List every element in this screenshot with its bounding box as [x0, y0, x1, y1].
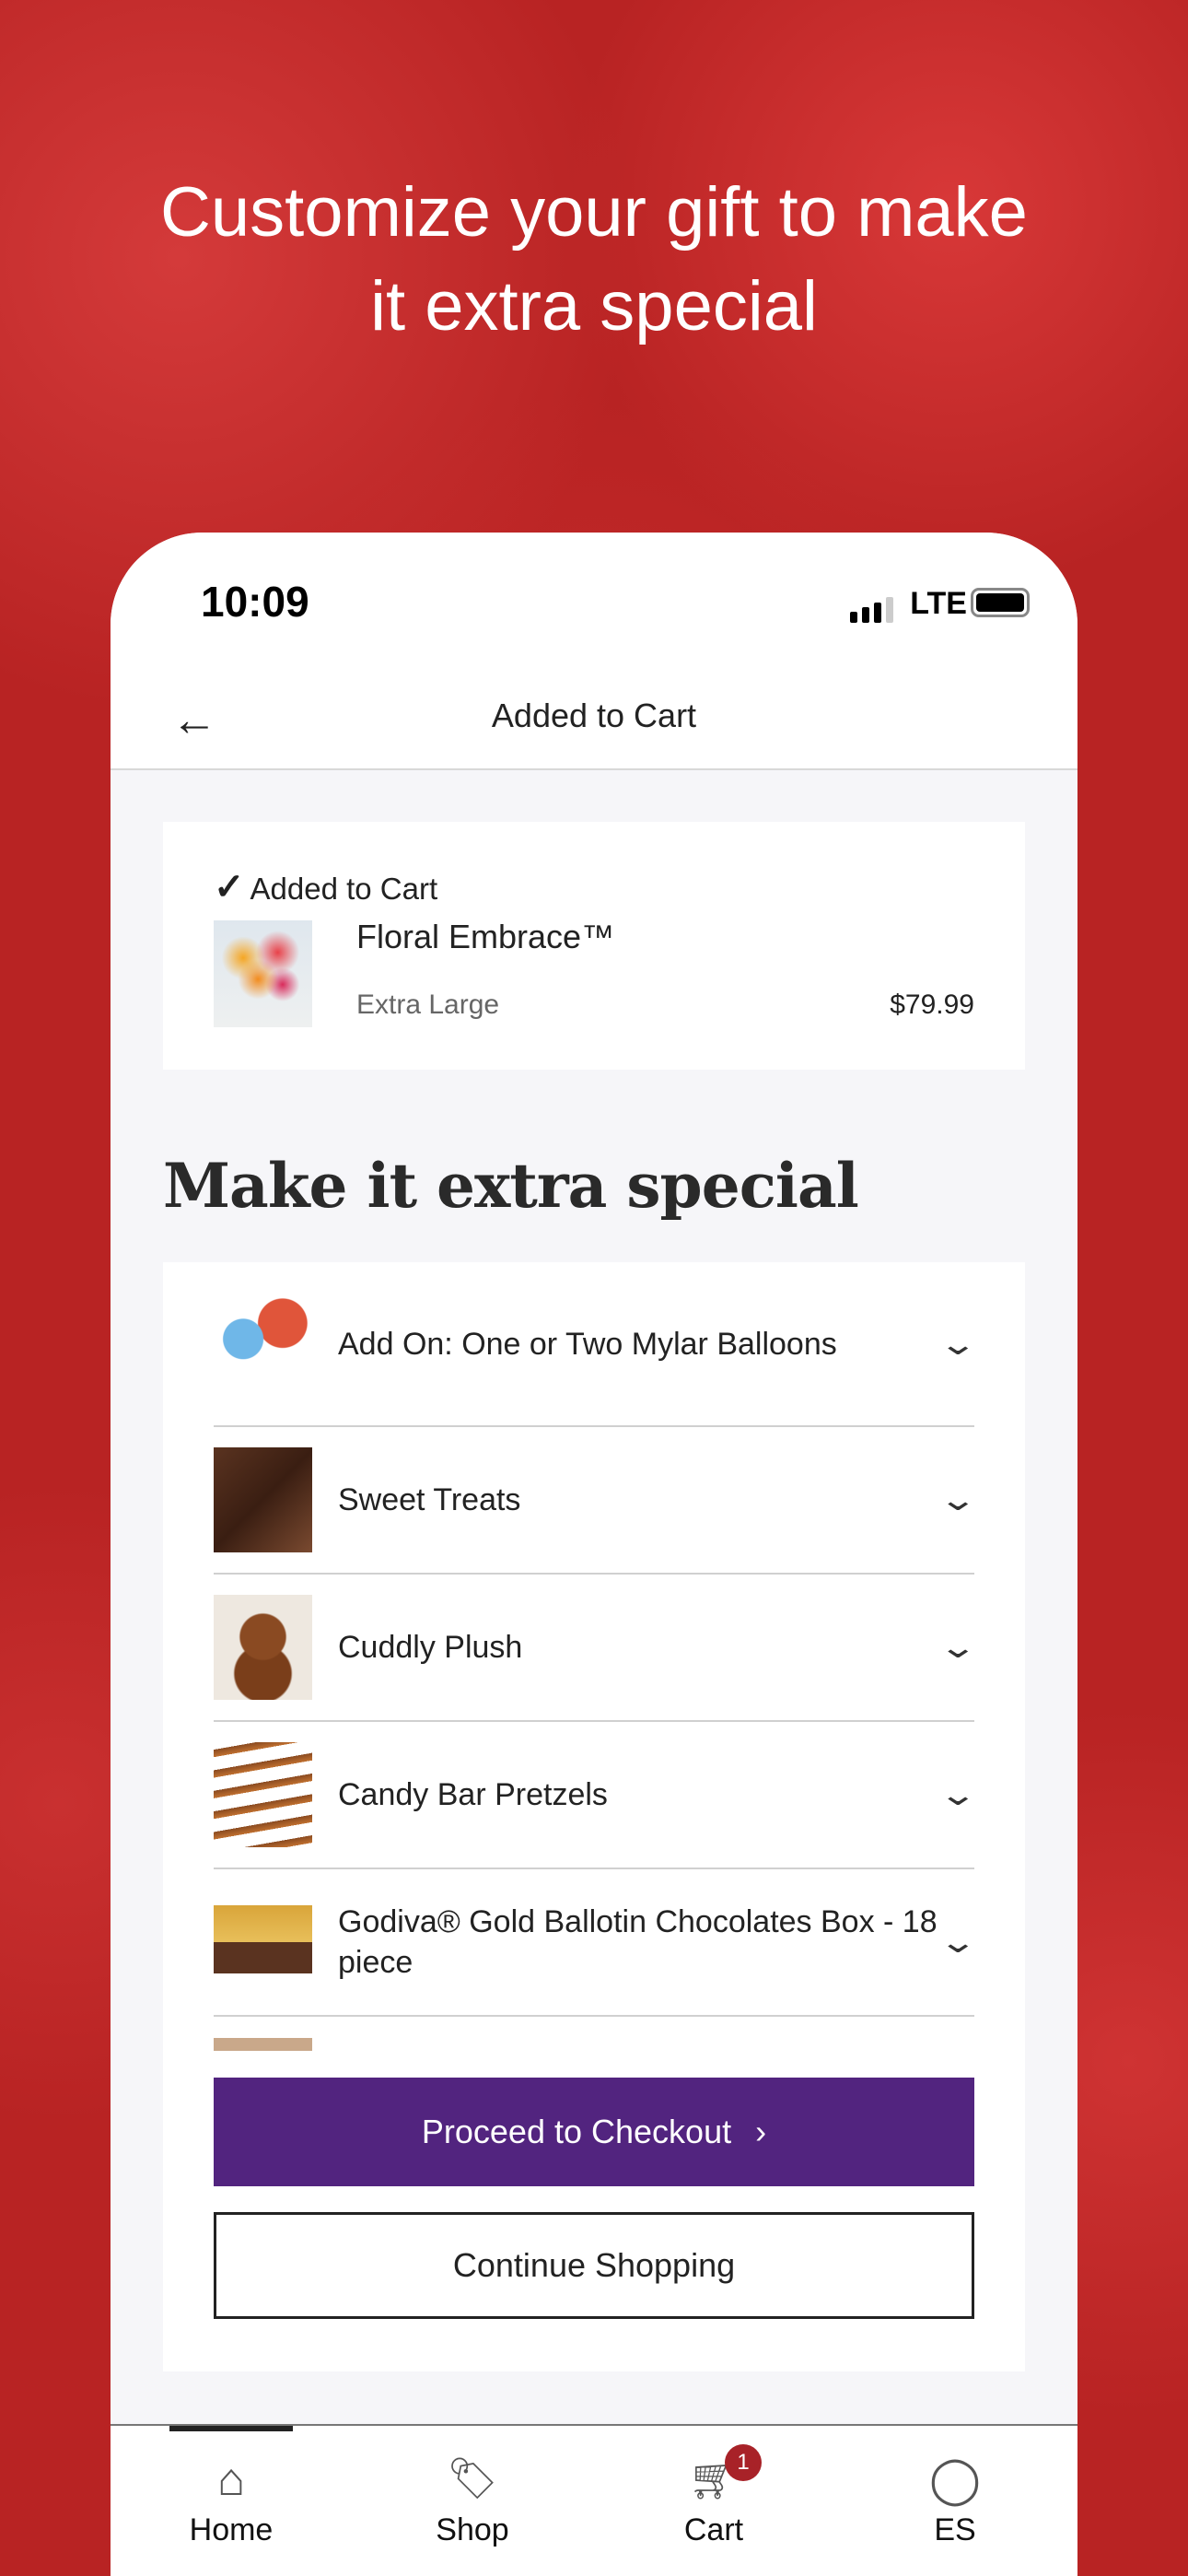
chevron-down-icon[interactable]: ⌄ — [938, 1326, 977, 1363]
addon-row-balloons[interactable]: Add On: One or Two Mylar Balloons ⌄ — [214, 1262, 977, 1427]
product-variant: Extra Large — [356, 989, 500, 1020]
product-price: $79.99 — [890, 989, 974, 1020]
tab-account[interactable]: ◯ ES — [863, 2450, 1047, 2548]
addon-row-sweet-treats[interactable]: Sweet Treats ⌄ — [214, 1427, 977, 1575]
chevron-down-icon[interactable]: ⌄ — [938, 1924, 977, 1961]
pretzels-image — [214, 1742, 312, 1847]
page-title: Added to Cart — [491, 697, 697, 734]
balloons-image — [214, 1291, 312, 1397]
chevron-down-icon[interactable]: ⌄ — [938, 1629, 977, 1666]
tab-home[interactable]: ⌂ Home — [139, 2450, 323, 2548]
chevron-right-icon: › — [755, 2113, 767, 2150]
status-time: 10:09 — [201, 578, 309, 626]
chocolates-image — [214, 1447, 312, 1552]
teddy-bear-image — [214, 1595, 312, 1700]
signal-icon — [850, 597, 893, 623]
phone-screen: 10:09 LTE ← Added to Cart ✓ Added to Cart… — [111, 533, 1077, 2576]
addon-row-godiva[interactable]: Godiva® Gold Ballotin Chocolates Box - 1… — [214, 1869, 977, 2017]
godiva-box-image — [214, 1890, 312, 1995]
network-label: LTE — [910, 586, 967, 621]
header-divider — [111, 768, 1077, 770]
addon-row-candy-bar-pretzels[interactable]: Candy Bar Pretzels ⌄ — [214, 1722, 977, 1869]
cart-badge: 1 — [725, 2444, 762, 2481]
added-to-cart-card: ✓ Added to Cart Floral Embrace™ Extra Lar… — [163, 822, 1025, 1070]
active-tab-indicator — [169, 2426, 293, 2431]
check-icon: ✓ — [214, 867, 245, 907]
promo-headline: Customize your gift to make it extra spe… — [160, 173, 1028, 345]
addon-list: Add On: One or Two Mylar Balloons ⌄ Swee… — [163, 1262, 1025, 2371]
added-confirmation: ✓ Added to Cart — [214, 867, 438, 907]
chevron-down-icon[interactable]: ⌄ — [938, 1481, 977, 1518]
tab-cart[interactable]: 🛒︎ 1 Cart — [622, 2444, 806, 2548]
continue-shopping-button[interactable]: Continue Shopping — [214, 2212, 974, 2319]
tab-bar: ⌂ Home 🏷︎ Shop 🛒︎ 1 Cart ◯ ES — [111, 2424, 1077, 2576]
product-name: Floral Embrace™ — [356, 918, 615, 955]
home-icon: ⌂ — [216, 2453, 246, 2505]
section-title: Make it extra special — [163, 1150, 859, 1222]
tab-shop[interactable]: 🏷︎ Shop — [380, 2450, 565, 2548]
product-image — [214, 920, 312, 1027]
tag-icon: 🏷︎ — [447, 2456, 498, 2501]
cart-icon: 🛒︎ 1 — [622, 2444, 806, 2509]
user-icon: ◯ — [929, 2453, 981, 2505]
battery-icon — [971, 588, 1030, 617]
chevron-down-icon[interactable]: ⌄ — [938, 1776, 977, 1813]
proceed-to-checkout-button[interactable]: Proceed to Checkout › — [214, 2078, 974, 2186]
partial-addon-image — [214, 2038, 312, 2051]
addon-row-cuddly-plush[interactable]: Cuddly Plush ⌄ — [214, 1575, 977, 1722]
